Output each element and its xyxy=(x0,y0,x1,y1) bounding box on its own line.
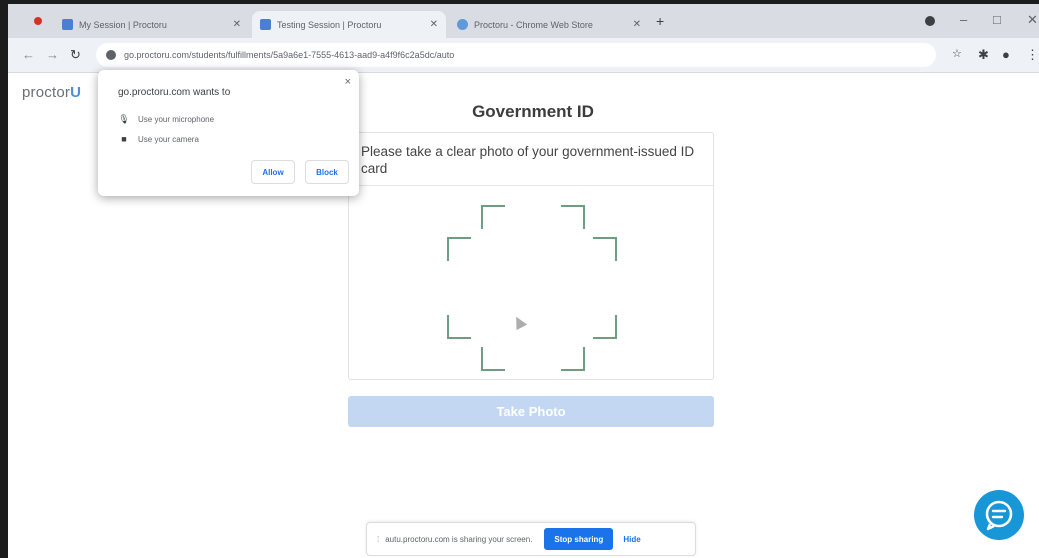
menu-kebab-icon[interactable]: ⋮ xyxy=(1026,47,1039,63)
share-message: autu.proctoru.com is sharing your screen… xyxy=(385,534,533,544)
chat-bubble-icon xyxy=(985,500,1013,531)
page-title: Government ID xyxy=(472,102,594,121)
brand-mark: U xyxy=(70,84,82,101)
tab-title: My Session | Proctoru xyxy=(79,19,167,30)
hide-button[interactable]: Hide xyxy=(623,535,640,544)
minimize-button[interactable]: – xyxy=(960,12,967,27)
proctoru-favicon-icon xyxy=(62,19,73,30)
address-bar[interactable]: go.proctoru.com/students/fulfillments/5a… xyxy=(96,43,936,67)
tab-strip: My Session | Proctoru ✕ Testing Session … xyxy=(8,4,1039,38)
permission-label: Use your microphone xyxy=(138,115,215,124)
tab-title: Proctoru - Chrome Web Store xyxy=(474,19,593,30)
frame-corner xyxy=(593,315,617,339)
close-icon[interactable]: × xyxy=(345,76,351,88)
camera-icon: ■ xyxy=(121,134,127,144)
block-button[interactable]: Block xyxy=(305,160,349,184)
back-arrow-icon[interactable]: ← xyxy=(22,47,35,62)
proctoru-logo: proctorU xyxy=(22,84,81,101)
close-window-icon[interactable]: ✕ xyxy=(1027,12,1038,28)
brand-text: proctor xyxy=(22,84,71,101)
forward-arrow-icon[interactable]: → xyxy=(46,47,59,62)
reload-icon[interactable]: ↻ xyxy=(70,47,81,63)
maximize-button[interactable]: □ xyxy=(993,12,1001,27)
browser-toolbar: ← → ↻ go.proctoru.com/students/fulfillme… xyxy=(8,38,1039,73)
extensions-icon[interactable]: ✱ xyxy=(978,47,989,63)
take-photo-button[interactable]: Take Photo xyxy=(348,396,714,427)
frame-corner xyxy=(481,205,505,229)
tab-web-store[interactable]: Proctoru - Chrome Web Store ✕ xyxy=(449,11,649,38)
tab-close-icon[interactable]: ✕ xyxy=(233,19,241,30)
profile-icon[interactable]: ● xyxy=(1002,47,1010,62)
instruction-text: Please take a clear photo of your govern… xyxy=(349,133,713,186)
frame-corner xyxy=(447,237,471,261)
tab-my-session[interactable]: My Session | Proctoru ✕ xyxy=(54,11,249,38)
chat-launcher-button[interactable] xyxy=(974,490,1024,540)
screen: My Session | Proctoru ✕ Testing Session … xyxy=(8,4,1039,558)
permission-label: Use your camera xyxy=(138,134,199,144)
site-info-icon[interactable] xyxy=(106,50,116,60)
proctoru-favicon-icon xyxy=(260,19,271,30)
id-capture-card: Please take a clear photo of your govern… xyxy=(348,132,714,380)
frame-corner xyxy=(561,205,585,229)
tab-close-icon[interactable]: ✕ xyxy=(633,19,641,30)
web-store-favicon-icon xyxy=(457,19,468,30)
frame-corner xyxy=(593,237,617,261)
recording-indicator-icon xyxy=(34,17,42,25)
url-text: go.proctoru.com/students/fulfillments/5a… xyxy=(124,50,455,60)
permission-actions: Allow Block xyxy=(251,160,349,184)
new-tab-button[interactable]: + xyxy=(656,13,664,29)
frame-corner xyxy=(481,347,505,371)
drag-handle-icon[interactable]: ⁞ xyxy=(377,535,379,544)
allow-button[interactable]: Allow xyxy=(251,160,295,184)
permission-microphone: 🎙 Use your microphone xyxy=(118,114,214,125)
frame-corner xyxy=(447,315,471,339)
stop-sharing-button[interactable]: Stop sharing xyxy=(544,528,614,550)
screen-share-bar: ⁞ autu.proctoru.com is sharing your scre… xyxy=(366,522,696,556)
permission-prompt: × go.proctoru.com wants to 🎙 Use your mi… xyxy=(98,70,359,196)
tab-close-icon[interactable]: ✕ xyxy=(430,19,438,30)
permission-origin: go.proctoru.com wants to xyxy=(118,87,231,98)
permission-camera: ■ Use your camera xyxy=(118,134,199,144)
microphone-icon: 🎙 xyxy=(118,114,130,124)
profile-dot-icon[interactable] xyxy=(925,16,935,26)
tab-title: Testing Session | Proctoru xyxy=(277,19,382,30)
star-icon[interactable]: ☆ xyxy=(952,47,962,60)
frame-corner xyxy=(561,347,585,371)
tab-testing-session[interactable]: Testing Session | Proctoru ✕ xyxy=(252,11,446,38)
